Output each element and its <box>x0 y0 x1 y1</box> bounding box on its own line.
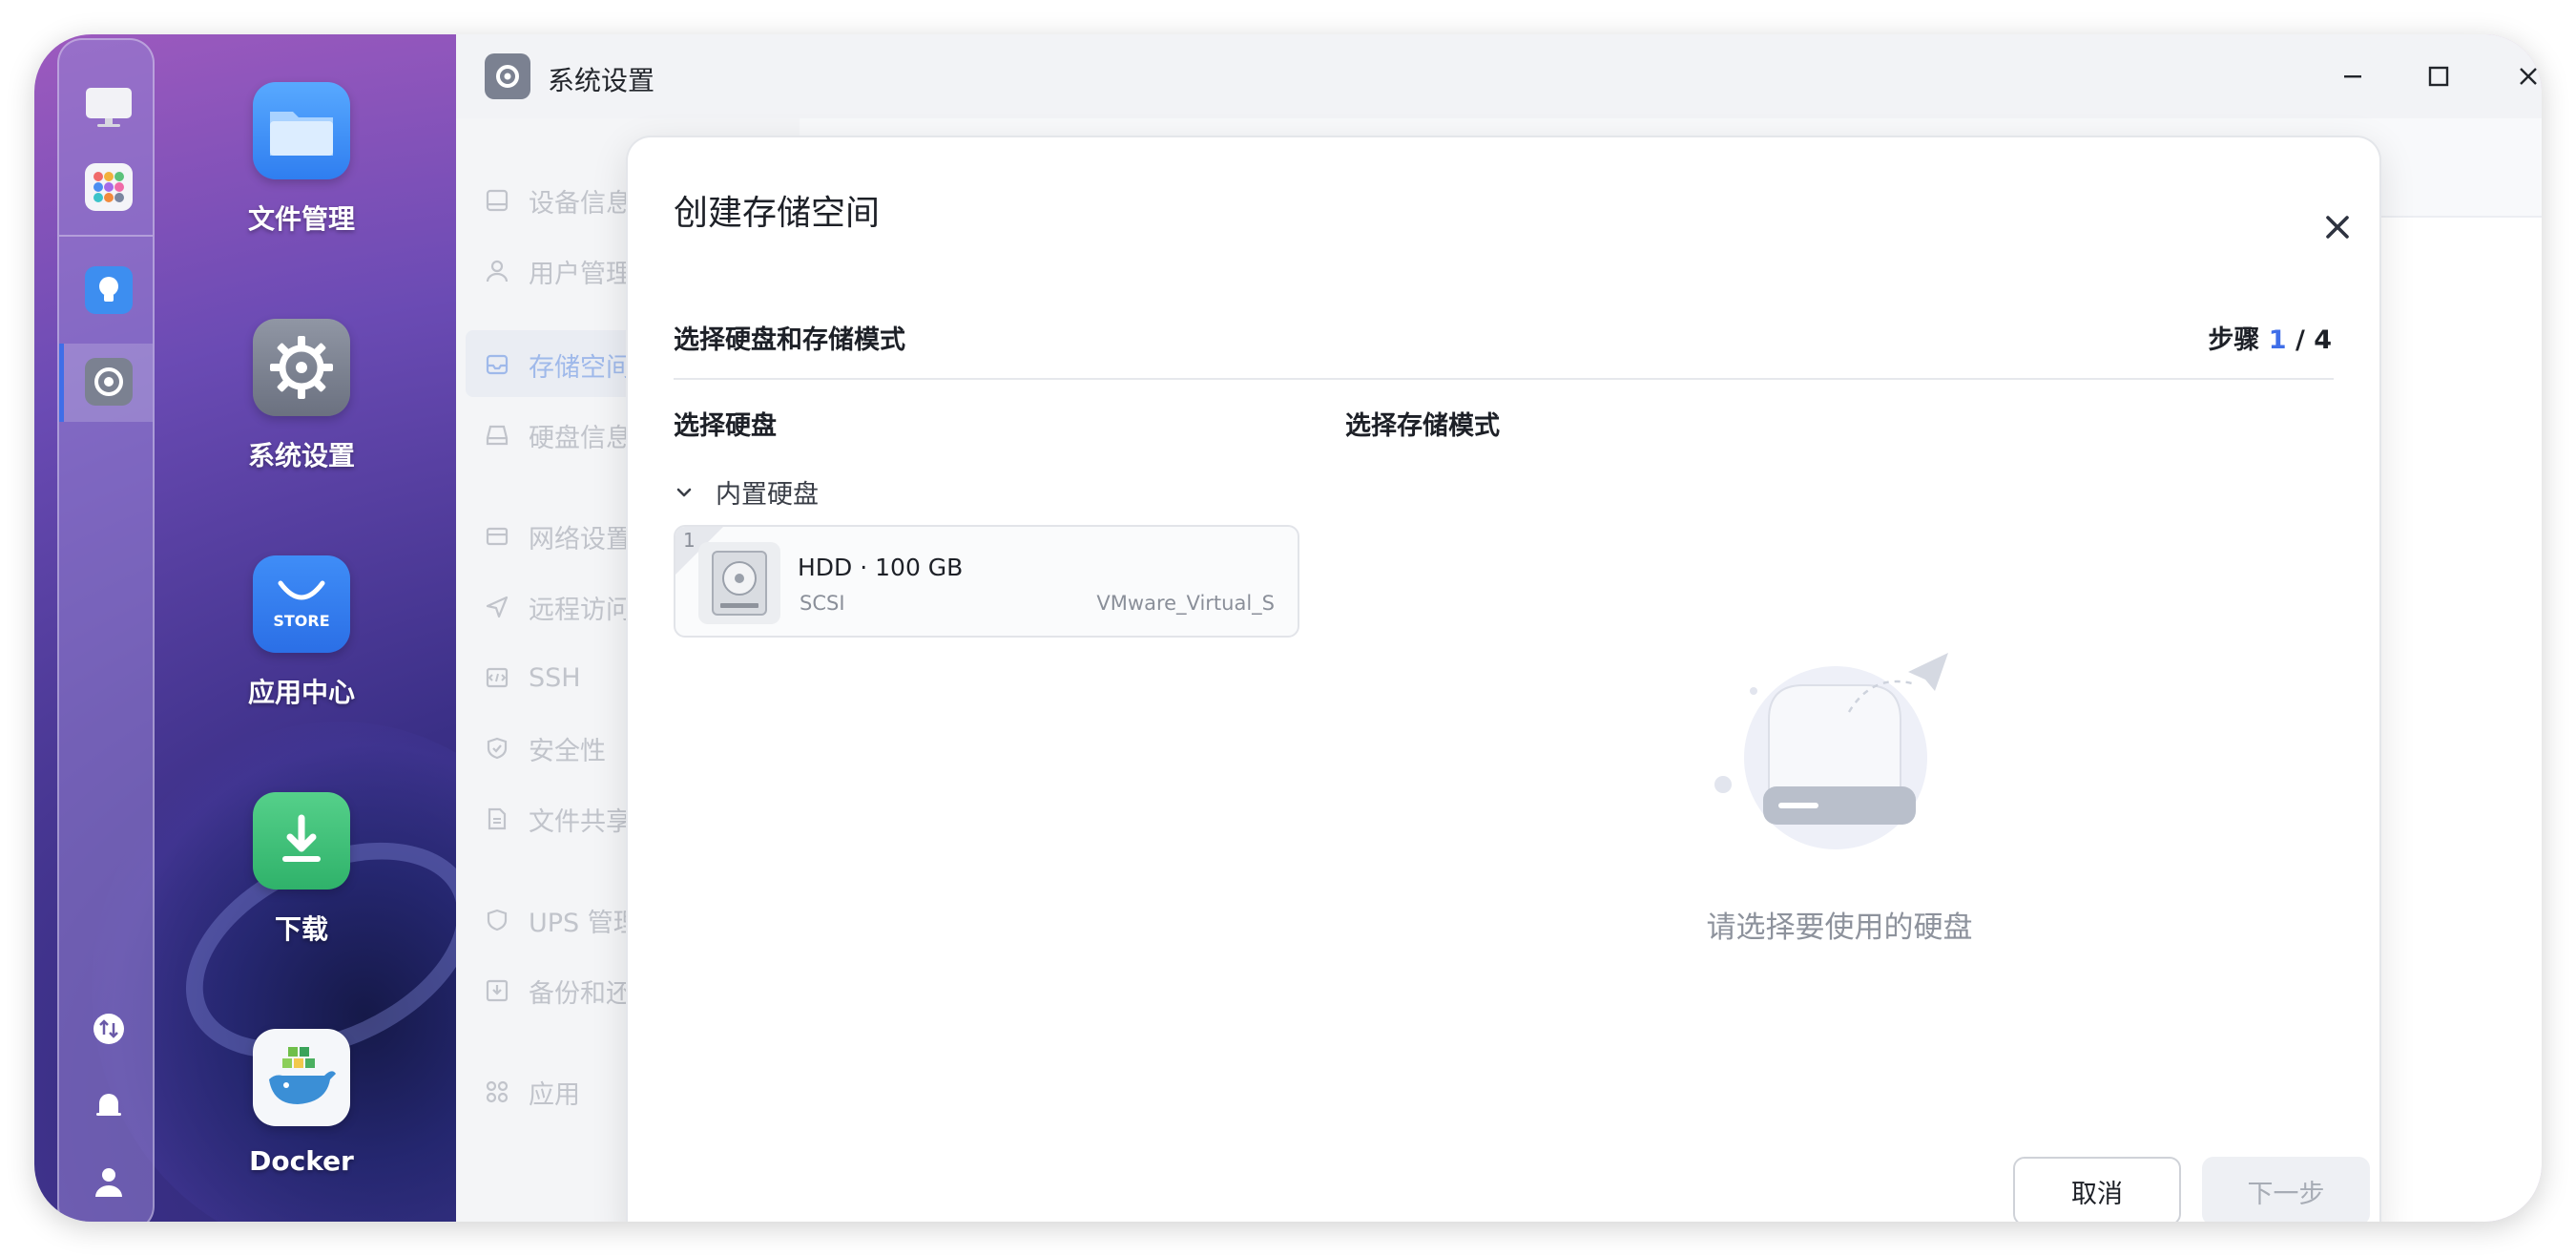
chevron-down-icon <box>676 488 692 496</box>
builtin-disk-group-toggle[interactable]: 内置硬盘 <box>674 473 819 511</box>
storage-icon <box>486 354 509 375</box>
sidebar-item-remote-access[interactable]: 远程访问 <box>485 588 632 626</box>
bell-icon[interactable] <box>84 1080 134 1130</box>
sidebar-item-label: 设备信息 <box>529 188 632 219</box>
sidebar-item-label: 远程访问 <box>529 595 632 625</box>
desktop-screen: 文件管理 系统设置 STORE 应用中心 下载 Docker 系统设置 设备信息… <box>34 34 2542 1222</box>
device-icon <box>486 189 509 212</box>
dock-divider <box>59 235 153 237</box>
disk-index: 1 <box>683 529 696 552</box>
disk-card[interactable]: 1 HDD · 100 GB SCSI VMware_Virtual_S <box>674 525 1299 638</box>
docker-whale-icon <box>253 1029 350 1126</box>
maximize-button[interactable] <box>2418 55 2460 97</box>
store-icon: STORE <box>253 555 350 653</box>
desktop-app-store[interactable]: STORE 应用中心 <box>206 555 397 710</box>
hdd-icon <box>698 542 780 624</box>
create-storage-dialog: 创建存储空间 选择硬盘和存储模式 步骤 1 / 4 选择硬盘 选择存储模式 内置… <box>628 137 2379 1222</box>
desktop-app-docker[interactable]: Docker <box>206 1029 397 1177</box>
store-badge: STORE <box>273 611 330 630</box>
sidebar-item-user-management[interactable]: 用户管理 <box>485 252 632 290</box>
download-icon <box>253 792 350 890</box>
select-mode-heading: 选择存储模式 <box>1345 411 1500 441</box>
sidebar-item-label: 网络设置 <box>529 524 632 555</box>
step-indicator: 步骤 1 / 4 <box>2208 319 2332 356</box>
window-close-button[interactable] <box>2507 55 2542 97</box>
sidebar-item-network[interactable]: 网络设置 <box>485 517 632 555</box>
disk-type: SCSI <box>800 592 845 615</box>
step-current: 1 <box>2268 325 2287 355</box>
minimize-button[interactable] <box>2332 55 2374 97</box>
monitor-icon[interactable] <box>84 82 134 132</box>
empty-state-text: 请选择要使用的硬盘 <box>1706 911 1973 945</box>
desktop-app-settings[interactable]: 系统设置 <box>206 319 397 473</box>
desktop-app-file-manager[interactable]: 文件管理 <box>206 82 397 237</box>
close-icon <box>2326 216 2349 239</box>
send-icon <box>486 596 509 618</box>
sidebar-item-label: UPS 管理 <box>529 908 639 938</box>
shield-check-icon <box>487 737 508 760</box>
desktop-app-label: 文件管理 <box>247 203 355 235</box>
sidebar-item-security[interactable]: 安全性 <box>485 729 606 767</box>
sidebar-item-label: 应用 <box>529 1079 580 1110</box>
shield-icon <box>487 909 508 932</box>
transfer-icon[interactable] <box>84 1004 134 1054</box>
select-disk-heading: 选择硬盘 <box>674 411 777 441</box>
sidebar-item-device-info[interactable]: 设备信息 <box>485 181 632 220</box>
sidebar-item-label: 存储空间 <box>529 352 632 383</box>
window-titlebar: 系统设置 <box>456 34 2542 118</box>
step-total: / 4 <box>2295 325 2332 355</box>
code-icon <box>486 667 509 688</box>
user-icon[interactable] <box>84 1157 134 1206</box>
sidebar-item-disk-info[interactable]: 硬盘信息 <box>485 416 632 454</box>
disk-name: HDD · 100 GB <box>798 554 964 581</box>
group-label: 内置硬盘 <box>716 480 819 510</box>
settings-icon[interactable] <box>84 357 134 407</box>
desktop-app-label: 系统设置 <box>247 440 355 471</box>
backup-icon <box>486 979 509 1002</box>
desktop-app-label: 下载 <box>274 913 328 945</box>
sidebar-item-label: 用户管理 <box>529 259 632 289</box>
desktop-app-download[interactable]: 下载 <box>206 792 397 947</box>
desktop-app-label: Docker <box>249 1145 354 1177</box>
dialog-title: 创建存储空间 <box>674 194 881 233</box>
sidebar-item-ups[interactable]: UPS 管理 <box>485 901 639 939</box>
cancel-button[interactable]: 取消 <box>2013 1157 2181 1222</box>
step-label: 步骤 <box>2208 325 2260 355</box>
lightbulb-icon[interactable] <box>84 265 134 315</box>
app-grid-icon[interactable] <box>84 162 134 212</box>
sidebar-item-label: SSH <box>529 662 581 693</box>
disk-model: VMware_Virtual_S <box>1096 592 1275 615</box>
next-step-button[interactable]: 下一步 <box>2202 1157 2370 1222</box>
desktop-app-label: 应用中心 <box>247 677 355 708</box>
sidebar-item-label: 硬盘信息 <box>529 423 632 453</box>
disk-icon <box>486 425 509 446</box>
dialog-subtitle: 选择硬盘和存储模式 <box>674 325 905 355</box>
folder-icon <box>253 82 350 179</box>
sidebar-item-label: 安全性 <box>529 736 606 766</box>
settings-app-icon <box>485 53 530 99</box>
empty-disk-illustration-icon <box>1714 653 1948 849</box>
sidebar-item-apps[interactable]: 应用 <box>485 1073 580 1111</box>
gear-icon <box>253 319 350 416</box>
sidebar-item-ssh[interactable]: SSH <box>485 659 581 697</box>
user-icon <box>486 260 509 283</box>
window-title: 系统设置 <box>548 65 655 96</box>
sidebar-item-file-sharing[interactable]: 文件共享 <box>485 800 632 838</box>
network-icon <box>486 527 509 546</box>
dialog-divider <box>674 378 2334 380</box>
file-share-icon <box>488 807 507 830</box>
apps-icon <box>486 1080 509 1103</box>
sidebar-item-storage[interactable]: 存储空间 <box>485 345 632 384</box>
dialog-close-button[interactable] <box>2320 210 2355 244</box>
sidebar-item-label: 文件共享 <box>529 806 632 837</box>
dock <box>57 38 155 1222</box>
